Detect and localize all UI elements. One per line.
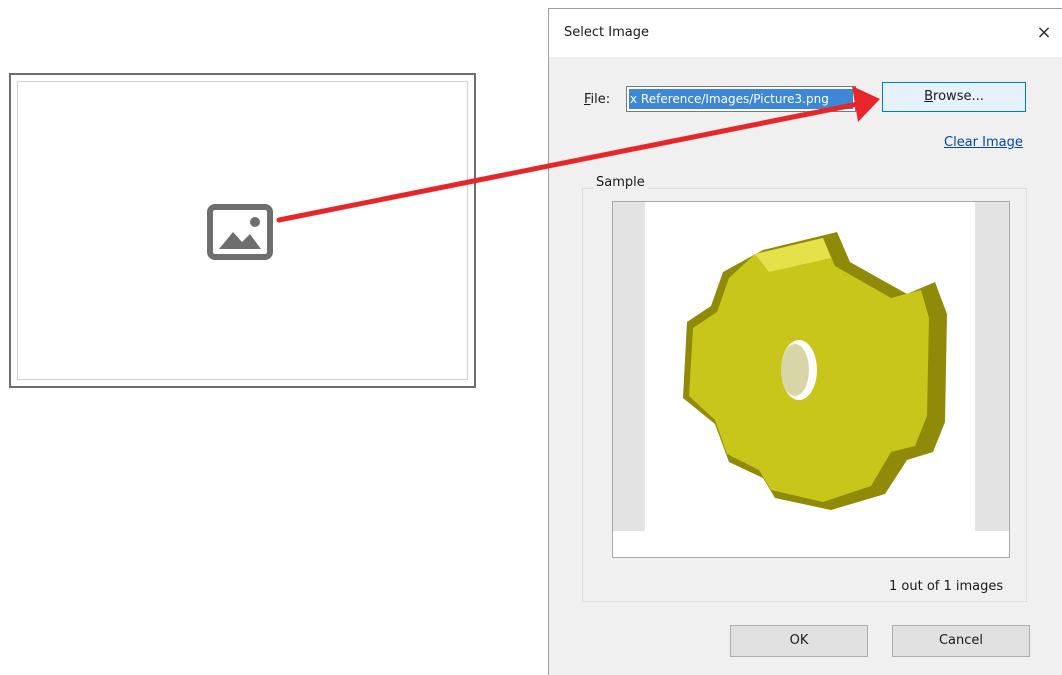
select-image-dialog: Select Image × File: x Reference/Images/… [548,8,1062,675]
file-label: File: [584,92,610,107]
image-count: 1 out of 1 images [889,579,1004,594]
sample-label: Sample [593,175,648,190]
sample-preview [612,201,1010,558]
image-placeholder-icon [207,204,273,260]
preview-right-margin [975,202,1009,531]
file-path-input[interactable]: x Reference/Images/Picture3.png [626,86,856,112]
ok-button[interactable]: OK [730,625,868,657]
dialog-title: Select Image [564,25,649,40]
dialog-titlebar: Select Image × [549,9,1062,57]
preview-left-margin [613,202,645,531]
file-path-value: x Reference/Images/Picture3.png [629,89,853,109]
close-icon[interactable]: × [1030,19,1058,47]
browse-button[interactable]: Browse... [882,82,1026,112]
cancel-button[interactable]: Cancel [892,625,1030,657]
gear-preview-image [683,232,947,510]
clear-image-link[interactable]: Clear Image [944,135,1023,150]
browse-accel: B [924,89,934,104]
browse-label-rest: rowse... [933,89,984,104]
file-label-rest: ile: [590,92,611,107]
